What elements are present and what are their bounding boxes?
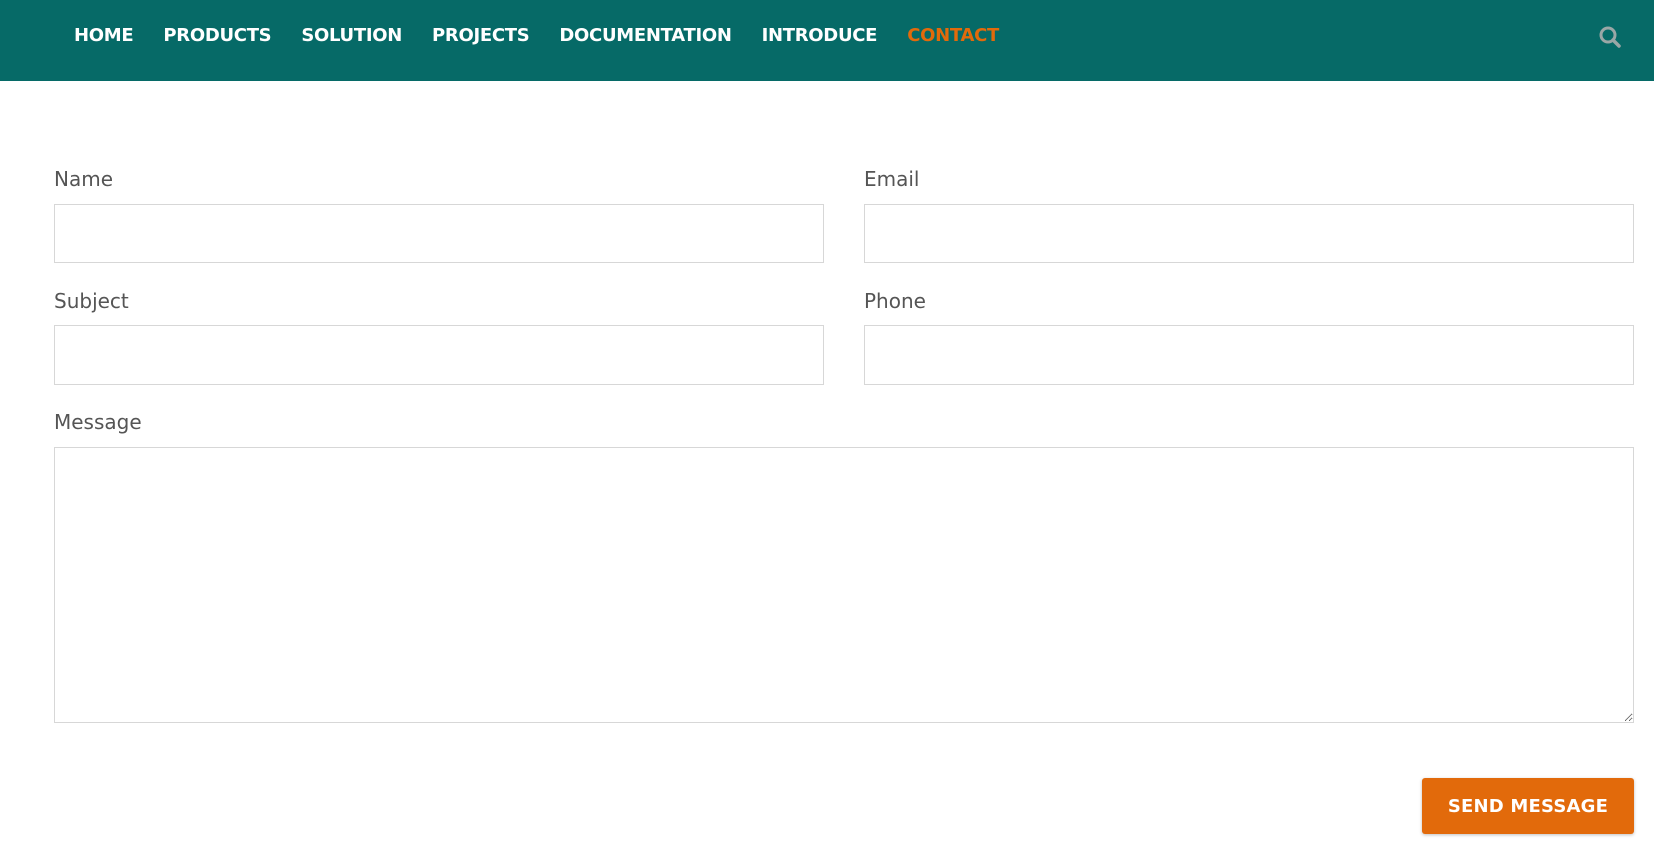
- subject-label: Subject: [54, 289, 129, 313]
- phone-label: Phone: [864, 289, 926, 313]
- email-label: Email: [864, 167, 920, 191]
- message-label: Message: [54, 410, 142, 434]
- send-message-button[interactable]: SEND MESSAGE: [1422, 778, 1634, 834]
- message-textarea[interactable]: [54, 447, 1634, 723]
- email-input[interactable]: [864, 204, 1634, 263]
- subject-input[interactable]: [54, 325, 824, 385]
- name-input[interactable]: [54, 204, 824, 263]
- name-label: Name: [54, 167, 114, 191]
- contact-form: Name Email Subject Phone Message SEND ME…: [0, 0, 1654, 868]
- phone-input[interactable]: [864, 325, 1634, 385]
